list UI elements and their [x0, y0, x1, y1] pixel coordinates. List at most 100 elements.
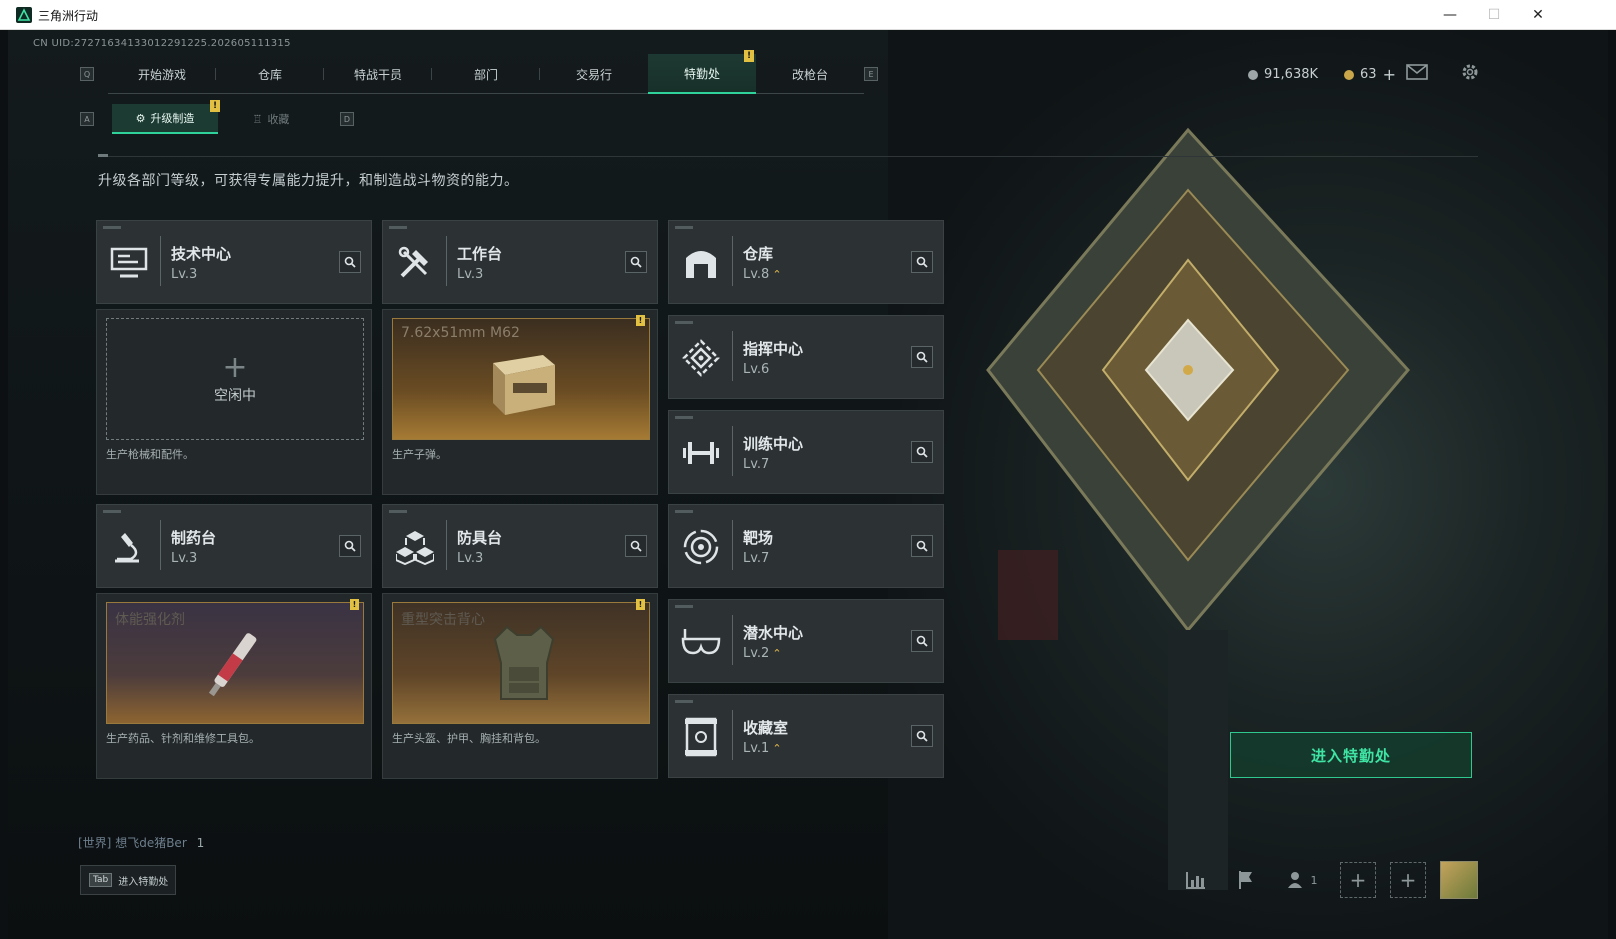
inspect-magnifier-icon[interactable]	[911, 251, 933, 273]
friends-button[interactable]: 1	[1278, 862, 1326, 898]
cube-illustration	[986, 127, 1410, 890]
crafting-item-frame[interactable]: 体能强化剂 !	[106, 599, 364, 724]
production-description: 生产枪械和配件。	[106, 448, 194, 461]
inspect-magnifier-icon[interactable]	[911, 441, 933, 463]
production-slot-workbench[interactable]: 7.62x51mm M62 ! 生产子弹。	[382, 309, 658, 495]
player-avatar[interactable]	[1440, 861, 1478, 899]
subtab-collection[interactable]: ♖ 收藏	[218, 104, 324, 134]
department-name: 制药台	[171, 529, 217, 547]
inspect-magnifier-icon[interactable]	[911, 535, 933, 557]
crafting-item-frame[interactable]: 重型突击背心 !	[392, 599, 650, 724]
mail-icon[interactable]	[1406, 64, 1428, 84]
token-icon	[1344, 69, 1355, 80]
nav-prev-key-hint[interactable]: Q	[80, 67, 94, 81]
window-title: 三角洲行动	[38, 9, 99, 23]
department-level: Lv.3	[171, 267, 198, 282]
department-card-range[interactable]: 靶场 Lv.7	[668, 504, 944, 588]
invite-slot-1[interactable]: +	[1340, 862, 1376, 898]
inspect-magnifier-icon[interactable]	[911, 725, 933, 747]
production-slot-pharmacy[interactable]: 体能强化剂 ! 生产药品、针剂和维修工具包。	[96, 593, 372, 779]
crafting-item-name: 体能强化剂	[115, 612, 185, 628]
department-name: 工作台	[457, 245, 503, 263]
department-card-collection[interactable]: 收藏室 Lv.1 ⌃	[668, 694, 944, 778]
idle-label: 空闲中	[214, 388, 256, 404]
subnav-next-key-hint[interactable]: D	[340, 112, 354, 126]
department-name: 指挥中心	[743, 340, 804, 358]
production-description: 生产药品、针剂和维修工具包。	[106, 732, 260, 745]
notification-badge: !	[744, 50, 754, 62]
world-chat-line[interactable]: [世界] 想飞de猪Ber 1	[78, 834, 204, 851]
tab-special-ops[interactable]: 特勤处 !	[648, 50, 756, 94]
subtab-upgrade-craft[interactable]: ⚙ 升级制造 !	[112, 100, 220, 134]
minimize-button[interactable]: —	[1428, 0, 1472, 30]
command-icon	[679, 336, 723, 380]
microscope-icon	[107, 525, 151, 569]
tab-gunsmith[interactable]: 改枪台	[756, 54, 864, 94]
tab-label: 开始游戏	[137, 67, 186, 82]
subnav-prev-key-hint[interactable]: A	[80, 112, 94, 126]
settings-gear-icon[interactable]	[1460, 62, 1480, 86]
department-name: 仓库	[743, 245, 774, 263]
inspect-magnifier-icon[interactable]	[625, 535, 647, 557]
token-amount: 63	[1360, 67, 1377, 82]
level-text: Lv.1	[743, 741, 770, 756]
inspect-magnifier-icon[interactable]	[911, 346, 933, 368]
tab-key: Tab	[89, 873, 113, 887]
department-name: 靶场	[743, 529, 774, 547]
department-card-diving[interactable]: 潜水中心 Lv.2 ⌃	[668, 599, 944, 683]
tab-operators[interactable]: 特战干员	[324, 54, 432, 94]
tab-hint-label: 进入特勤处	[118, 876, 169, 888]
close-button[interactable]: ✕	[1516, 0, 1560, 30]
invite-slot-2[interactable]: +	[1390, 862, 1426, 898]
production-slot-tech[interactable]: + 空闲中 生产枪械和配件。	[96, 309, 372, 495]
department-level: Lv.7	[743, 457, 770, 472]
chat-count: 1	[196, 836, 205, 850]
tab-start-game[interactable]: 开始游戏	[108, 54, 216, 94]
divider	[98, 154, 1478, 157]
syringe-icon	[208, 633, 257, 697]
add-token-button[interactable]: +	[1383, 65, 1396, 84]
inspect-magnifier-icon[interactable]	[339, 535, 361, 557]
player-uid: CN UID:27271634133012291225.202605111315	[33, 38, 291, 49]
department-level: Lv.8 ⌃	[743, 267, 782, 282]
department-card-warehouse[interactable]: 仓库 Lv.8 ⌃	[668, 220, 944, 304]
cubes-icon	[393, 525, 437, 569]
window-titlebar: 三角洲行动 — ☐ ✕	[0, 0, 1616, 30]
inspect-magnifier-icon[interactable]	[911, 630, 933, 652]
department-card-command[interactable]: 指挥中心 Lv.6	[668, 315, 944, 399]
game-window: CN UID:27271634133012291225.202605111315…	[8, 30, 1608, 939]
subtab-label: 升级制造	[150, 112, 195, 125]
production-slot-armor[interactable]: 重型突击背心 ! 生产头盔、护甲、胸挂和背包。	[382, 593, 658, 779]
department-card-workbench[interactable]: 工作台 Lv.3	[382, 220, 658, 304]
department-card-training[interactable]: 训练中心 Lv.7	[668, 410, 944, 494]
crafting-item-frame[interactable]: 7.62x51mm M62 !	[392, 315, 650, 440]
notification-badge: !	[636, 315, 645, 326]
department-card-pharmacy[interactable]: 制药台 Lv.3	[96, 504, 372, 588]
tab-warehouse[interactable]: 仓库	[216, 54, 324, 94]
department-level: Lv.1 ⌃	[743, 741, 782, 756]
stats-chart-icon[interactable]	[1178, 862, 1214, 898]
tab-departments[interactable]: 部门	[432, 54, 540, 94]
maximize-button[interactable]: ☐	[1472, 0, 1516, 30]
currency-bar: 91,638K 63 +	[1248, 65, 1396, 84]
app-logo-icon	[16, 7, 32, 23]
nav-next-key-hint[interactable]: E	[864, 67, 878, 81]
department-card-armor[interactable]: 防具台 Lv.3	[382, 504, 658, 588]
friends-count: 1	[1310, 873, 1318, 887]
hq-cube-scene	[888, 30, 1608, 939]
monitor-icon	[107, 241, 151, 285]
tab-key-hint[interactable]: Tab 进入特勤处	[80, 865, 176, 895]
goggles-icon	[679, 620, 723, 664]
enter-special-ops-button[interactable]: 进入特勤处	[1230, 732, 1472, 778]
inspect-magnifier-icon[interactable]	[339, 251, 361, 273]
chat-user: 想飞de猪Ber	[115, 836, 187, 850]
empty-slot[interactable]: + 空闲中	[106, 318, 364, 440]
trophy-icon: ♖	[252, 112, 263, 126]
tab-label: 交易行	[575, 67, 612, 82]
coin-amount: 91,638K	[1264, 67, 1319, 82]
tab-trading[interactable]: 交易行	[540, 54, 648, 94]
flag-icon[interactable]	[1228, 862, 1264, 898]
inspect-magnifier-icon[interactable]	[625, 251, 647, 273]
department-name: 技术中心	[171, 245, 232, 263]
department-card-tech[interactable]: 技术中心 Lv.3	[96, 220, 372, 304]
